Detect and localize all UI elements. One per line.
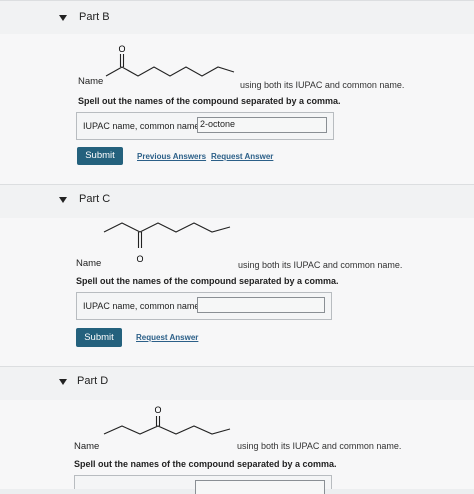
part-d-molecule: O (103, 405, 231, 435)
part-b-name-label: Name (78, 76, 104, 87)
part-d-iupac-prompt: using both its IUPAC and common name. (237, 441, 402, 451)
part-c-molecule: O (103, 222, 231, 264)
collapse-caret-icon[interactable] (59, 15, 67, 21)
oxygen-label: O (136, 254, 143, 264)
part-b-instruction: Spell out the names of the compound sepa… (78, 96, 341, 106)
part-c-iupac-prompt: using both its IUPAC and common name. (238, 260, 403, 270)
part-c-title: Part C (79, 193, 111, 205)
collapse-caret-icon[interactable] (59, 379, 67, 385)
part-b-header[interactable]: Part B (0, 0, 474, 35)
part-b-molecule: O (105, 44, 235, 77)
part-b-title: Part B (79, 11, 110, 23)
collapse-caret-icon[interactable] (59, 197, 67, 203)
part-c-header[interactable]: Part C (0, 184, 474, 219)
part-c-instruction: Spell out the names of the compound sepa… (76, 276, 339, 286)
part-b-request-answer-link[interactable]: Request Answer (211, 152, 273, 161)
part-b-iupac-prompt: using both its IUPAC and common name. (240, 80, 405, 90)
part-c-answer-input[interactable] (197, 297, 325, 313)
part-d-title: Part D (77, 375, 109, 387)
part-d-header[interactable]: Part D (0, 366, 474, 401)
part-c-answer-box: IUPAC name, common name: (76, 292, 332, 320)
part-d-name-label: Name (74, 441, 100, 452)
part-b-answer-input[interactable]: 2-octone (197, 117, 327, 133)
part-d-answer-input[interactable] (195, 480, 325, 494)
part-d-answer-box (74, 475, 332, 494)
oxygen-label: O (154, 405, 161, 415)
part-b-previous-answers-link[interactable]: Previous Answers (137, 152, 206, 161)
oxygen-label: O (118, 44, 125, 54)
part-c-request-answer-link[interactable]: Request Answer (136, 333, 198, 342)
part-b-submit-button[interactable]: Submit (77, 147, 123, 165)
part-b-answer-box: IUPAC name, common name: 2-octone (76, 112, 334, 140)
part-c-answer-label: IUPAC name, common name: (83, 301, 202, 311)
part-c-name-label: Name (76, 258, 102, 269)
part-c-submit-button[interactable]: Submit (76, 328, 122, 347)
part-b-answer-label: IUPAC name, common name: (83, 121, 202, 131)
part-d-instruction: Spell out the names of the compound sepa… (74, 459, 337, 469)
